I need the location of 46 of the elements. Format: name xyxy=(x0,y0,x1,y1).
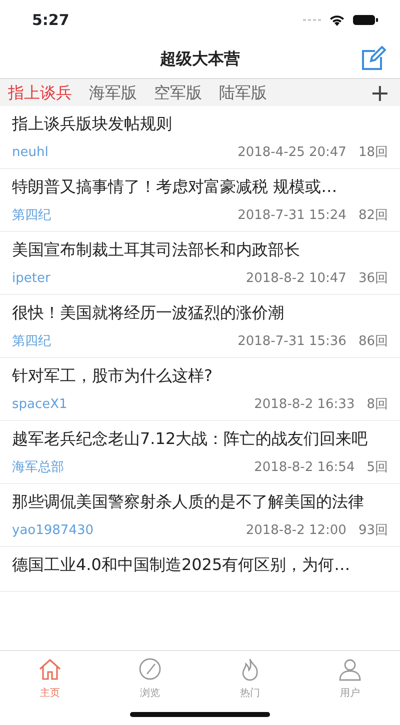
section-tab[interactable]: 空军版 xyxy=(154,78,210,106)
post-author[interactable]: ipeter xyxy=(12,270,50,288)
post-title[interactable]: 美国宣布制裁土耳其司法部长和内政部长 xyxy=(12,238,372,262)
post-title[interactable]: 特朗普又搞事情了！考虑对富豪减税 规模或… xyxy=(12,175,372,199)
post-author[interactable]: spaceX1 xyxy=(12,396,68,414)
status-time: 5:27 xyxy=(32,10,70,31)
post-author[interactable]: 海军总部 xyxy=(12,459,64,477)
section-tab[interactable]: 陆军版 xyxy=(219,78,275,106)
add-tab-button[interactable]: + xyxy=(368,80,392,106)
section-tab[interactable]: 指上谈兵 xyxy=(8,78,80,106)
post-date: 2018-8-2 10:47 xyxy=(246,270,346,288)
post-date: 2018-7-31 15:24 xyxy=(238,207,346,225)
compose-button[interactable] xyxy=(360,46,386,72)
reply-count: 86回 xyxy=(358,333,388,351)
post-date: 2018-7-31 15:36 xyxy=(238,333,346,351)
post-author[interactable]: yao1987430 xyxy=(12,522,94,540)
signal-icon xyxy=(303,18,321,22)
post-author[interactable]: 第四纪 xyxy=(12,207,51,225)
battery-icon xyxy=(353,14,378,26)
wifi-icon xyxy=(329,14,345,26)
section-tab[interactable]: 海军版 xyxy=(89,78,145,106)
post-date: 2018-8-2 16:54 xyxy=(254,459,355,477)
reply-count: 5回 xyxy=(366,459,388,477)
reply-count: 82回 xyxy=(358,207,388,225)
post-date: 2018-4-25 20:47 xyxy=(238,144,346,162)
post-title[interactable]: 德国工业4.0和中国制造2025有何区别，为何… xyxy=(12,553,372,577)
post-date: 2018-8-2 16:33 xyxy=(254,396,355,414)
bottom-nav-tab[interactable]: 浏览 xyxy=(100,656,200,712)
post-title[interactable]: 越军老兵纪念老山7.12大战：阵亡的战友们回来吧 xyxy=(12,427,372,451)
reply-count: 93回 xyxy=(358,522,388,540)
bottom-nav-tab[interactable]: 主页 xyxy=(0,656,100,712)
compass-icon xyxy=(137,656,163,682)
post-title[interactable]: 那些调侃美国警察射杀人质的是不了解美国的法律 xyxy=(12,490,372,514)
post-date: 2018-8-2 12:00 xyxy=(246,522,346,540)
post-title[interactable]: 很快！美国就将经历一波猛烈的涨价潮 xyxy=(12,301,372,325)
reply-count: 36回 xyxy=(358,270,388,288)
reply-count: 18回 xyxy=(358,144,388,162)
bottom-nav-tab[interactable]: 用户 xyxy=(300,656,400,712)
post-author[interactable]: 第四纪 xyxy=(12,333,51,351)
post-title[interactable]: 指上谈兵版块发帖规则 xyxy=(12,112,372,136)
home-icon xyxy=(37,656,63,682)
bottom-nav-tab[interactable]: 热门 xyxy=(200,656,300,712)
post-author[interactable]: neuhl xyxy=(12,144,48,162)
reply-count: 8回 xyxy=(366,396,388,414)
page-title: 超级大本营 xyxy=(160,48,240,70)
post-title[interactable]: 针对军工，股市为什么这样? xyxy=(12,364,372,388)
